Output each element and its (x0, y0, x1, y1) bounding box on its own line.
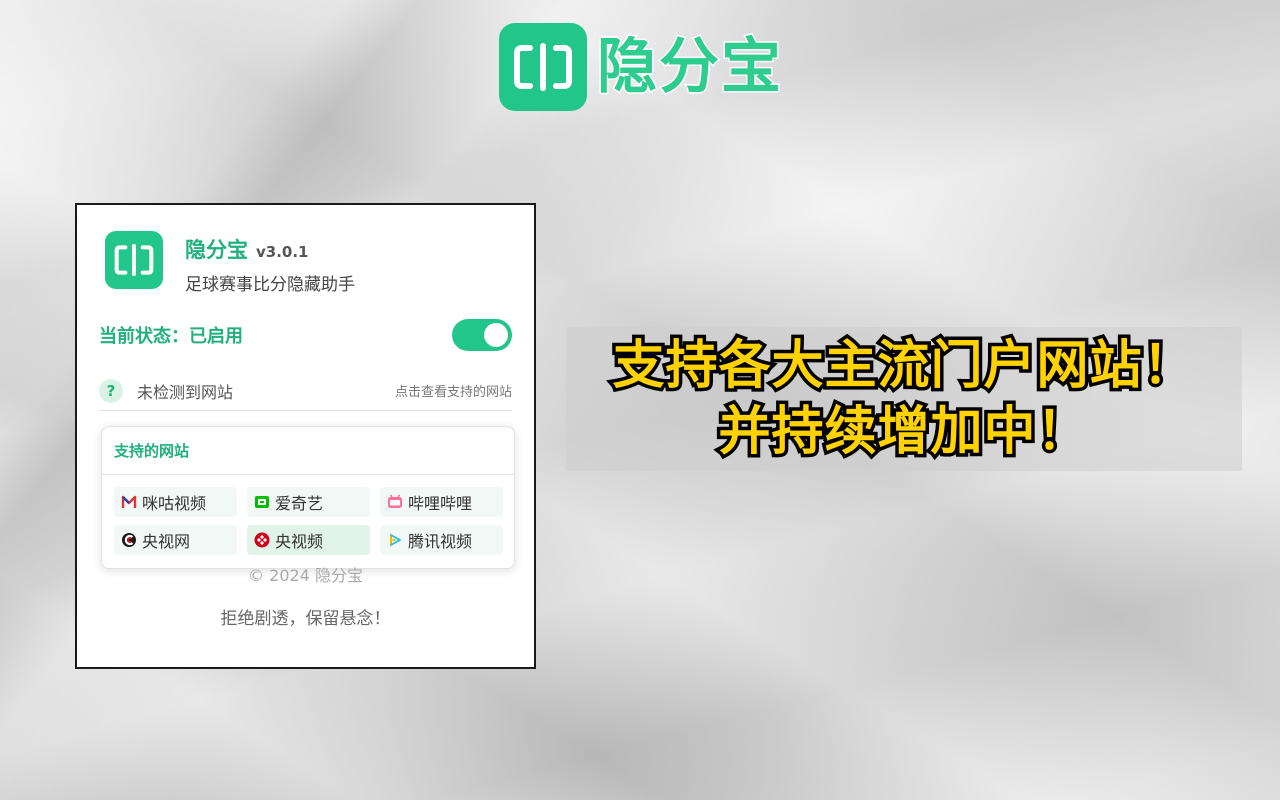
detect-row: ? 未检测到网站 点击查看支持的网站 (99, 375, 512, 411)
site-item-yangshipin[interactable]: 央视频 (247, 525, 370, 555)
site-item-cntv[interactable]: 央视网 (114, 525, 237, 555)
site-item-bilibili[interactable]: 哔哩哔哩 (380, 487, 503, 517)
migu-icon (121, 495, 137, 508)
supported-sites-title: 支持的网站 (102, 427, 514, 475)
site-label: 腾讯视频 (408, 532, 473, 551)
app-logo-icon (105, 231, 163, 289)
promo-caption: 支持各大主流门户网站！ 并持续增加中！ (566, 327, 1242, 471)
site-item-migu[interactable]: 咪咕视频 (114, 487, 237, 517)
enable-toggle[interactable] (452, 319, 512, 351)
caption-line-1: 支持各大主流门户网站！ (609, 333, 1198, 400)
status-label: 当前状态：已启用 (99, 326, 243, 347)
app-title: 隐分宝 (185, 238, 248, 262)
yangshipin-icon (254, 532, 270, 548)
sites-grid: 咪咕视频 爱奇艺 哔哩哔哩 央视网 央视频 腾讯视频 (102, 475, 514, 555)
site-label: 央视频 (275, 532, 324, 551)
popup-header: 隐分宝 v3.0.1 足球赛事比分隐藏助手 (105, 231, 355, 295)
extension-popup: 隐分宝 v3.0.1 足球赛事比分隐藏助手 当前状态：已启用 ? 未检测到网站 … (75, 203, 536, 669)
view-supported-sites-link[interactable]: 点击查看支持的网站 (395, 381, 512, 400)
site-label: 爱奇艺 (275, 494, 324, 513)
site-item-tencent-video[interactable]: 腾讯视频 (380, 525, 503, 555)
site-label: 央视网 (142, 532, 191, 551)
copyright-text: © 2024 隐分宝 (248, 566, 363, 585)
site-label: 哔哩哔哩 (408, 494, 473, 513)
supported-sites-card: 支持的网站 咪咕视频 爱奇艺 哔哩哔哩 央视网 央视频 腾讯视频 (101, 426, 515, 569)
site-label: 咪咕视频 (142, 494, 207, 513)
app-version: v3.0.1 (256, 243, 309, 261)
toggle-knob (484, 323, 508, 347)
site-item-iqiyi[interactable]: 爱奇艺 (247, 487, 370, 517)
iqiyi-icon (255, 496, 269, 508)
brand-name: 隐分宝 (596, 32, 783, 102)
caption-line-2: 并持续增加中！ (715, 399, 1092, 466)
detect-status-text: 未检测到网站 (137, 382, 234, 402)
app-subtitle: 足球赛事比分隐藏助手 (185, 275, 355, 295)
cntv-icon (122, 533, 136, 547)
question-icon: ? (99, 378, 123, 403)
tencent-video-icon (390, 533, 402, 547)
status-row: 当前状态：已启用 (99, 317, 512, 353)
slogan-text: 拒绝剧透，保留悬念！ (220, 609, 391, 629)
bilibili-icon (388, 494, 402, 508)
split-bracket-icon (499, 23, 587, 111)
brand-header: 隐分宝 (499, 22, 783, 112)
